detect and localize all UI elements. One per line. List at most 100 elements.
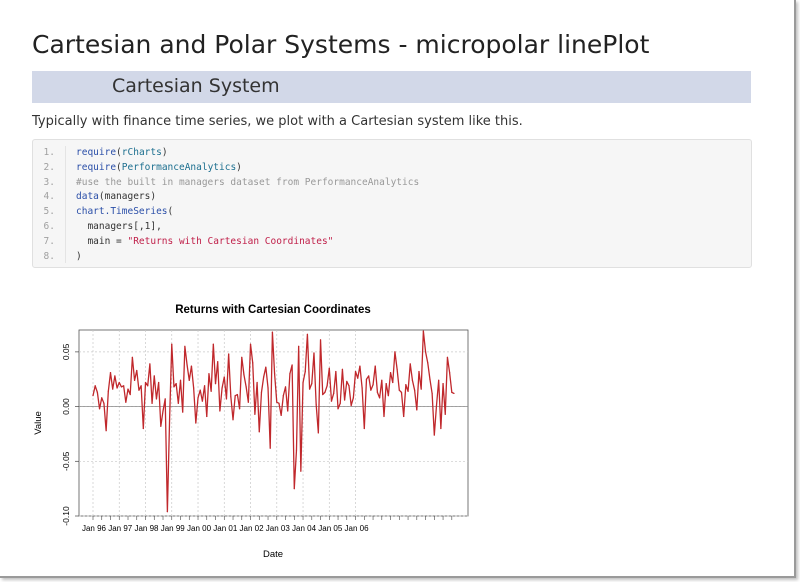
data-point	[328, 367, 330, 369]
code-line: 4. data(managers)	[33, 190, 749, 205]
data-point	[326, 385, 328, 387]
data-point	[414, 389, 416, 391]
code-token: main =	[76, 235, 128, 247]
data-point	[116, 387, 118, 389]
code-line: 8.)	[33, 250, 749, 265]
data-point	[392, 381, 394, 384]
code-token: )	[161, 147, 168, 158]
chart-title: Returns with Cartesian Coordinates	[175, 304, 371, 316]
x-tick-label: Jan 96	[82, 524, 107, 533]
data-point	[433, 434, 435, 436]
data-point	[94, 385, 96, 387]
data-point	[232, 419, 234, 421]
data-point	[234, 395, 236, 397]
data-point	[400, 391, 403, 393]
data-point	[199, 389, 201, 391]
data-point	[190, 365, 193, 367]
data-point	[341, 368, 344, 370]
data-point	[359, 365, 361, 367]
data-point	[260, 391, 263, 393]
data-point	[368, 375, 370, 377]
data-point	[372, 384, 374, 386]
code-block[interactable]: 1. require(rCharts) 2. require(PerformanceA…	[32, 139, 752, 268]
data-point	[357, 377, 359, 379]
line-number: 5.	[43, 206, 55, 218]
data-point	[107, 390, 109, 392]
code-token: )	[236, 161, 242, 173]
data-point	[311, 383, 313, 385]
data-point	[249, 343, 252, 345]
data-point	[225, 398, 228, 400]
data-point	[293, 488, 295, 490]
data-point	[429, 378, 431, 380]
data-point	[177, 402, 179, 404]
data-point	[258, 431, 260, 433]
data-point	[120, 386, 123, 388]
data-point	[140, 385, 142, 387]
y-tick-label: -0.05	[61, 451, 71, 471]
section-title: Cartesian System	[112, 75, 280, 97]
code-token: (	[167, 206, 174, 218]
data-point	[155, 398, 158, 400]
data-point	[420, 388, 422, 390]
data-point	[133, 379, 136, 381]
data-point	[151, 402, 153, 404]
data-point	[276, 401, 278, 403]
data-point	[212, 343, 214, 345]
data-point	[96, 391, 98, 393]
line-number: 7.	[43, 235, 55, 247]
data-point	[449, 372, 451, 374]
data-point	[223, 376, 225, 378]
data-point	[354, 370, 357, 373]
data-point	[438, 379, 440, 381]
intro-paragraph: Typically with finance time series, we p…	[32, 114, 523, 129]
data-point	[105, 430, 107, 432]
data-point	[123, 385, 125, 387]
data-point	[387, 395, 389, 397]
line-number: 6.	[43, 220, 55, 232]
code-line: 1. require(rCharts)	[33, 146, 749, 161]
data-point	[337, 408, 339, 410]
x-tick-label: Jan 06	[345, 524, 370, 533]
data-point	[186, 364, 188, 366]
data-point	[193, 387, 195, 389]
x-tick-label: Jan 97	[108, 524, 133, 533]
data-point	[411, 379, 414, 381]
code-token: chart.TimeSeries	[76, 206, 168, 218]
data-point	[304, 370, 306, 373]
data-point	[339, 402, 341, 404]
data-point	[407, 390, 409, 392]
line-number: 1.	[43, 147, 55, 158]
data-point	[208, 373, 210, 375]
section-header: Cartesian System	[32, 71, 751, 103]
code-line: 5. chart.TimeSeries(	[33, 205, 749, 220]
data-point	[247, 401, 249, 403]
chart-container: Returns with Cartesian Coordinates 0.05 0.…	[0, 292, 500, 572]
code-text: require(PerformanceAnalytics)	[76, 161, 242, 176]
code-line: 2. require(PerformanceAnalytics)	[33, 161, 749, 176]
page-title: Cartesian and Polar Systems - micropolar…	[32, 30, 650, 59]
line-number: 4.	[43, 191, 55, 203]
data-point	[236, 393, 238, 396]
data-point	[398, 389, 400, 391]
data-point	[306, 333, 309, 335]
data-point	[284, 386, 287, 388]
data-point	[315, 403, 317, 405]
series-line	[92, 330, 455, 513]
data-point	[203, 385, 206, 387]
y-tick-label: 0.05	[61, 343, 71, 360]
data-point	[280, 414, 282, 416]
data-point	[287, 410, 289, 412]
data-point	[376, 391, 379, 393]
data-point	[256, 381, 258, 384]
data-point	[271, 331, 274, 333]
data-point	[383, 415, 385, 418]
data-point	[265, 366, 267, 368]
line-chart: Returns with Cartesian Coordinates 0.05 0.…	[33, 304, 469, 560]
data-point	[171, 343, 173, 345]
data-point	[330, 400, 333, 402]
data-point	[291, 364, 293, 366]
data-point	[317, 432, 319, 434]
data-point	[418, 370, 420, 373]
code-token: PerformanceAnalytics	[121, 161, 237, 173]
